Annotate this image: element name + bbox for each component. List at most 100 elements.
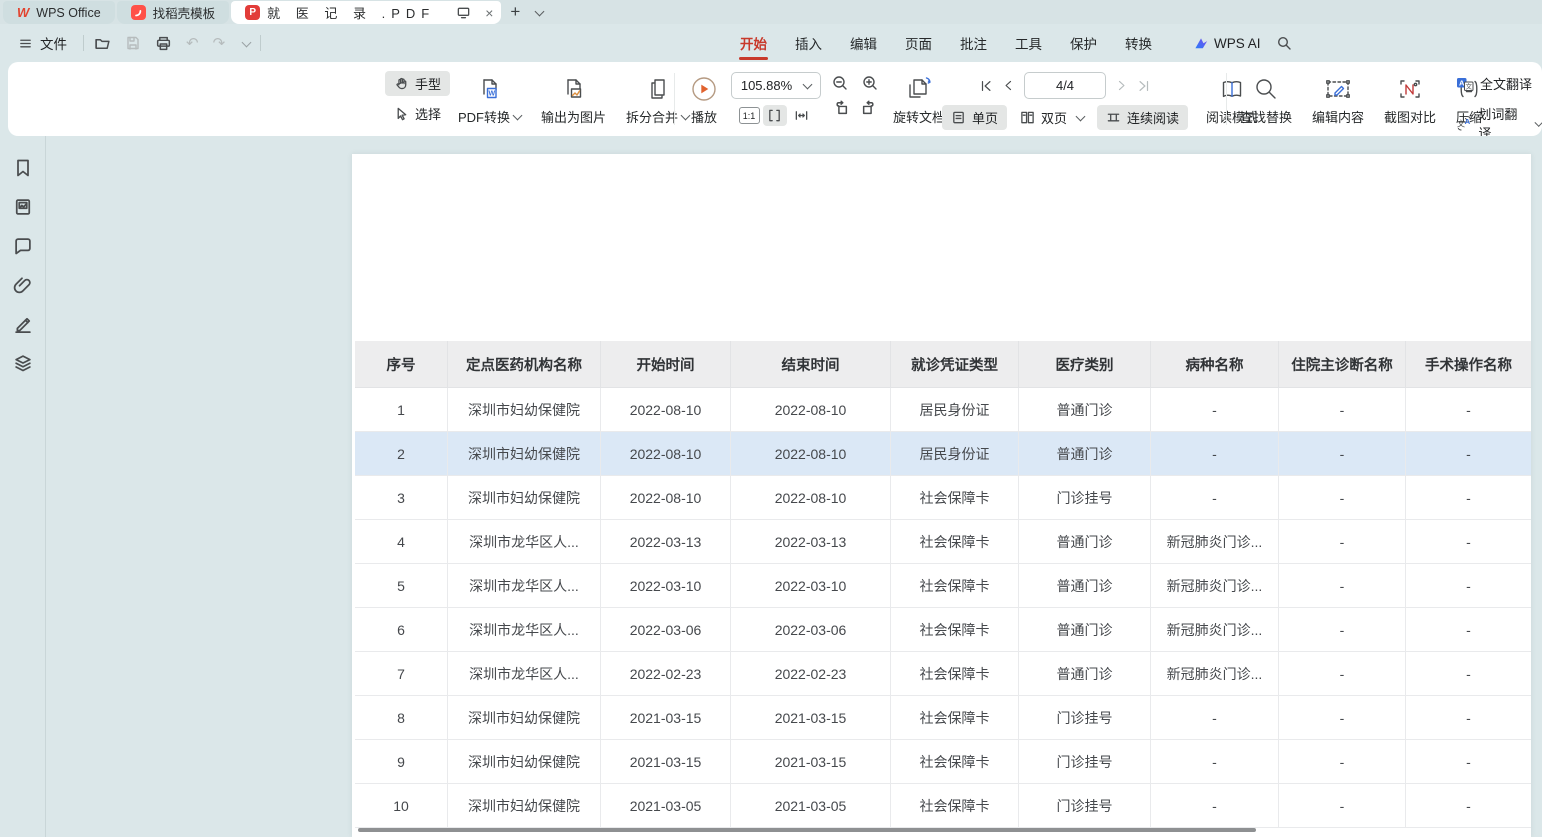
play-button[interactable]: 播放 <box>687 72 721 128</box>
file-menu-button[interactable]: 文件 <box>12 29 73 57</box>
rotate-left-icon[interactable] <box>832 99 849 116</box>
fit-page-icon <box>767 108 782 123</box>
continuous-reading-button[interactable]: 连续阅读 <box>1097 105 1188 130</box>
menu-tab[interactable]: 页面 <box>891 24 946 62</box>
menu-tab[interactable]: 转换 <box>1111 24 1166 62</box>
table-row[interactable]: 5 深圳市龙华区人... 2022-03-10 2022-03-10 社会保障卡… <box>355 564 1531 608</box>
signature-icon[interactable] <box>13 314 33 334</box>
cell-end-date: 2022-08-10 <box>731 432 891 476</box>
export-image-button[interactable]: 输出为图片 <box>537 72 610 128</box>
cell-seq: 2 <box>355 432 448 476</box>
table-row[interactable]: 7 深圳市龙华区人... 2022-02-23 2022-02-23 社会保障卡… <box>355 652 1531 696</box>
rotate-right-icon[interactable] <box>861 99 878 116</box>
tab-label: 就 医 记 录 .PDF <box>267 3 435 22</box>
tab-wps-office[interactable]: W WPS Office <box>3 1 115 24</box>
open-folder-icon[interactable] <box>94 35 111 52</box>
table-row[interactable]: 9 深圳市妇幼保健院 2021-03-15 2021-03-15 社会保障卡 门… <box>355 740 1531 784</box>
fit-width-button[interactable] <box>790 105 814 126</box>
cell-diagnosis-name: - <box>1279 696 1406 740</box>
menu-tab[interactable]: 工具 <box>1001 24 1056 62</box>
single-page-button[interactable]: 单页 <box>942 105 1007 130</box>
table-horizontal-scrollbar[interactable] <box>358 828 1256 832</box>
bookmark-icon[interactable] <box>13 158 33 178</box>
comment-icon[interactable] <box>13 236 33 256</box>
cell-start-date: 2022-02-23 <box>601 652 731 696</box>
tab-document-pdf[interactable]: P 就 医 记 录 .PDF × <box>231 1 501 24</box>
fit-page-button[interactable] <box>763 105 787 126</box>
tab-docer-templates[interactable]: 找稻壳模板 <box>117 1 230 24</box>
attachment-icon[interactable] <box>13 275 33 295</box>
menu-search-button[interactable] <box>1266 35 1302 51</box>
document-workspace: 序号 定点医药机构名称 开始时间 结束时间 就诊凭证类型 医疗类别 病种名称 住… <box>0 136 1542 837</box>
table-row[interactable]: 6 深圳市龙华区人... 2022-03-06 2022-03-06 社会保障卡… <box>355 608 1531 652</box>
svg-text:文: 文 <box>1465 81 1472 90</box>
zoom-in-icon[interactable] <box>861 74 879 92</box>
hand-tool-button[interactable]: 手型 <box>385 71 450 96</box>
table-row[interactable]: 2 深圳市妇幼保健院 2022-08-10 2022-08-10 居民身份证 普… <box>355 432 1531 476</box>
select-tool-button[interactable]: 选择 <box>385 101 450 126</box>
wps-pdf-window: { "window": { "tabs": [ {"label": "WPS O… <box>0 0 1542 837</box>
pointer-tools-group: 手型 选择 <box>385 71 450 126</box>
chevron-down-icon <box>803 80 813 90</box>
menu-tab[interactable]: 保护 <box>1056 24 1111 62</box>
pdf-convert-button[interactable]: W PDF转换 <box>454 72 525 128</box>
cell-disease-name: - <box>1151 740 1279 784</box>
quick-access-chevron-icon[interactable] <box>242 37 252 47</box>
save-icon[interactable] <box>125 35 141 51</box>
hamburger-icon <box>18 36 33 51</box>
cell-seq: 8 <box>355 696 448 740</box>
table-row[interactable]: 10 深圳市妇幼保健院 2021-03-05 2021-03-05 社会保障卡 … <box>355 784 1531 828</box>
menu-tab[interactable]: 开始 <box>726 24 781 62</box>
find-replace-button[interactable]: 查找替换 <box>1236 72 1296 128</box>
zoom-out-icon[interactable] <box>831 74 849 92</box>
wps-ai-logo-icon <box>1194 36 1209 51</box>
layers-icon[interactable] <box>13 353 33 373</box>
cell-start-date: 2021-03-15 <box>601 740 731 784</box>
new-tab-button[interactable]: + <box>502 0 528 24</box>
cell-disease-name: 新冠肺炎门诊... <box>1151 608 1279 652</box>
split-merge-button[interactable]: 拆分合并 <box>622 72 693 128</box>
menu-tab[interactable]: 插入 <box>781 24 836 62</box>
cell-medical-category: 普通门诊 <box>1019 388 1151 432</box>
table-header-cell: 住院主诊断名称 <box>1279 341 1406 388</box>
print-icon[interactable] <box>155 35 172 52</box>
rotate-document-button[interactable]: 旋转文档 <box>889 72 949 128</box>
cell-disease-name: 新冠肺炎门诊... <box>1151 652 1279 696</box>
table-row[interactable]: 8 深圳市妇幼保健院 2021-03-15 2021-03-15 社会保障卡 门… <box>355 696 1531 740</box>
menu-tab[interactable]: 编辑 <box>836 24 891 62</box>
first-page-icon[interactable] <box>979 79 993 93</box>
undo-icon[interactable]: ↶ <box>186 36 199 51</box>
last-page-icon[interactable] <box>1137 79 1151 93</box>
zoom-level-select[interactable]: 105.88% <box>731 72 821 99</box>
cell-institution: 深圳市龙华区人... <box>448 564 601 608</box>
table-row[interactable]: 1 深圳市妇幼保健院 2022-08-10 2022-08-10 居民身份证 普… <box>355 388 1531 432</box>
page-indicator-input[interactable]: 4/4 <box>1024 72 1106 99</box>
tab-list-button[interactable] <box>528 0 547 24</box>
cell-start-date: 2021-03-15 <box>601 696 731 740</box>
table-row[interactable]: 4 深圳市龙华区人... 2022-03-13 2022-03-13 社会保障卡… <box>355 520 1531 564</box>
hand-tool-label: 手型 <box>415 74 441 93</box>
monitor-icon[interactable] <box>456 5 471 20</box>
thumbnails-icon[interactable] <box>13 197 33 217</box>
pdf-file-icon: P <box>245 5 260 20</box>
cell-diagnosis-name: - <box>1279 476 1406 520</box>
wps-ai-button[interactable]: WPS AI <box>1182 36 1273 51</box>
cell-start-date: 2022-03-13 <box>601 520 731 564</box>
close-tab-icon[interactable]: × <box>485 5 493 21</box>
cell-disease-name: - <box>1151 388 1279 432</box>
redo-icon[interactable]: ↷ <box>213 36 226 51</box>
previous-page-icon[interactable] <box>1002 79 1015 92</box>
cell-diagnosis-name: - <box>1279 388 1406 432</box>
cell-disease-name: - <box>1151 696 1279 740</box>
edit-content-button[interactable]: 编辑内容 <box>1308 72 1368 128</box>
full-text-translate-button[interactable]: A文 全文翻译 <box>1456 74 1542 93</box>
table-header-row: 序号 定点医药机构名称 开始时间 结束时间 就诊凭证类型 医疗类别 病种名称 住… <box>355 341 1531 388</box>
double-page-button[interactable]: 双页 <box>1011 105 1093 130</box>
menu-tab[interactable]: 批注 <box>946 24 1001 62</box>
cell-institution: 深圳市妇幼保健院 <box>448 784 601 828</box>
screenshot-compare-button[interactable]: 截图对比 <box>1380 72 1440 128</box>
actual-size-button[interactable]: 1:1 <box>739 107 760 124</box>
next-page-icon[interactable] <box>1115 79 1128 92</box>
ribbon-menus: 开始 插入 编辑 页面 批注 工具 保护 转换 <box>726 24 1166 62</box>
table-row[interactable]: 3 深圳市妇幼保健院 2022-08-10 2022-08-10 社会保障卡 门… <box>355 476 1531 520</box>
